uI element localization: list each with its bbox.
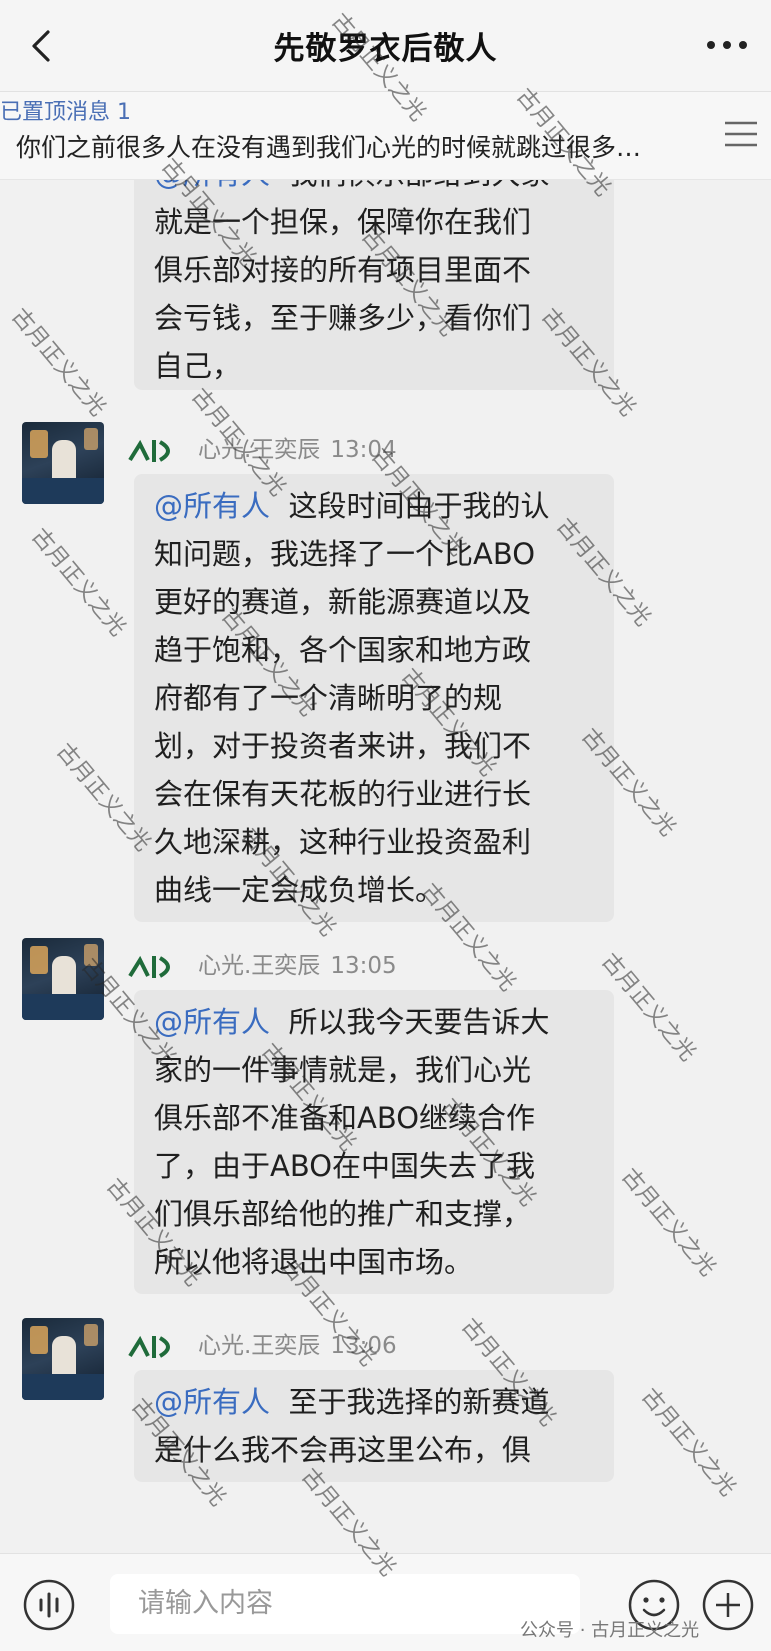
plus-icon [702, 1579, 754, 1631]
message-line: 知问题，我选择了一个比ABO [154, 537, 536, 571]
voice-button[interactable] [22, 1578, 76, 1632]
club-badge-icon [128, 1335, 170, 1358]
message-line: 是什么我不会再这里公布，俱 [154, 1433, 532, 1467]
message-line: 会在保有天花板的行业进行长 [154, 777, 532, 811]
sender-name: 心光.王奕辰 [198, 437, 321, 463]
message-input[interactable]: 请输入内容 [110, 1574, 580, 1634]
sender-info: 心光.王奕辰 13:06 [198, 1326, 397, 1360]
pinned-menu-button[interactable] [721, 114, 761, 154]
message-line: 所以他将退出中国市场。 [154, 1245, 474, 1279]
avatar[interactable] [22, 422, 104, 504]
message-bubble[interactable]: @所有人 所以我今天要告诉大 家的一件事情就是，我们心光 俱乐部不准备和ABO继… [134, 990, 614, 1294]
avatar[interactable] [22, 938, 104, 1020]
message-bubble[interactable]: @所有人 我们俱乐部给到大家 就是一个担保，保障你在我们 俱乐部对接的所有项目里… [134, 180, 614, 390]
pinned-message-bar[interactable]: 已置顶消息 1 你们之前很多人在没有遇到我们心光的时候就跳过很多… [0, 92, 771, 180]
message-bubble[interactable]: @所有人 至于我选择的新赛道 是什么我不会再这里公布，俱 [134, 1370, 614, 1482]
message-line: 俱乐部对接的所有项目里面不 [154, 253, 532, 287]
club-badge-icon [128, 955, 170, 978]
message-line: 划，对于投资者来讲，我们不 [154, 729, 532, 763]
message-line: 了，由于ABO在中国失去了我 [154, 1149, 536, 1183]
mention-tag[interactable]: @所有人 [154, 180, 270, 191]
mention-tag[interactable]: @所有人 [154, 1005, 270, 1039]
message-line: 会亏钱，至于赚多少，看你们 [154, 301, 532, 335]
message-line: 趋于饱和，各个国家和地方政 [154, 633, 532, 667]
chat-header: 先敬罗衣后敬人 [0, 0, 771, 92]
pinned-text: 你们之前很多人在没有遇到我们心光的时候就跳过很多… [16, 133, 642, 162]
message-line: 们俱乐部给他的推广和支撑， [154, 1197, 532, 1231]
pinned-label: 已置顶消息 1 [0, 100, 131, 125]
chat-messages[interactable]: @所有人 我们俱乐部给到大家 就是一个担保，保障你在我们 俱乐部对接的所有项目里… [0, 180, 771, 1553]
message-line: 自己， [154, 349, 242, 383]
avatar[interactable] [22, 1318, 104, 1400]
plus-button[interactable] [701, 1578, 755, 1632]
message-line: 家的一件事情就是，我们心光 [154, 1053, 532, 1087]
menu-lines-icon [725, 121, 757, 147]
voice-icon [23, 1579, 75, 1631]
message-line: 所以我今天要告诉大 [288, 1005, 550, 1039]
message-line: 更好的赛道，新能源赛道以及 [154, 585, 532, 619]
sender-name: 心光.王奕辰 [198, 953, 321, 979]
message-line: 我们俱乐部给到大家 [288, 180, 549, 191]
message-time: 13:05 [330, 953, 397, 979]
more-dots-icon [707, 41, 747, 49]
message-time: 13:04 [330, 437, 397, 463]
sender-info: 心光.王奕辰 13:04 [198, 430, 397, 464]
club-badge-icon [128, 439, 170, 462]
back-button[interactable] [22, 26, 62, 66]
mention-tag[interactable]: @所有人 [154, 489, 270, 523]
message-line: 久地深耕，这种行业投资盈利 [154, 825, 532, 859]
message-line: 至于我选择的新赛道 [288, 1385, 550, 1419]
message-line: 府都有了一个清晰明了的规 [154, 681, 503, 715]
sender-name: 心光.王奕辰 [198, 1333, 321, 1359]
message-line: 这段时间由于我的认 [288, 489, 550, 523]
sender-info: 心光.王奕辰 13:05 [198, 946, 397, 980]
message-time: 13:06 [330, 1333, 397, 1359]
message-line: 就是一个担保，保障你在我们 [154, 205, 532, 239]
chat-title: 先敬罗衣后敬人 [273, 31, 498, 67]
input-bar: 请输入内容 公众号 · 古月正义之光 [0, 1553, 771, 1651]
message-line: 俱乐部不准备和ABO继续合作 [154, 1101, 536, 1135]
chevron-left-icon [32, 30, 50, 62]
mention-tag[interactable]: @所有人 [154, 1385, 270, 1419]
message-line: 曲线一定会成负增长。 [154, 873, 445, 907]
more-button[interactable] [703, 30, 751, 60]
message-bubble[interactable]: @所有人 这段时间由于我的认 知问题，我选择了一个比ABO 更好的赛道，新能源赛… [134, 474, 614, 922]
watermark-footer: 公众号 · 古月正义之光 [520, 1620, 700, 1641]
